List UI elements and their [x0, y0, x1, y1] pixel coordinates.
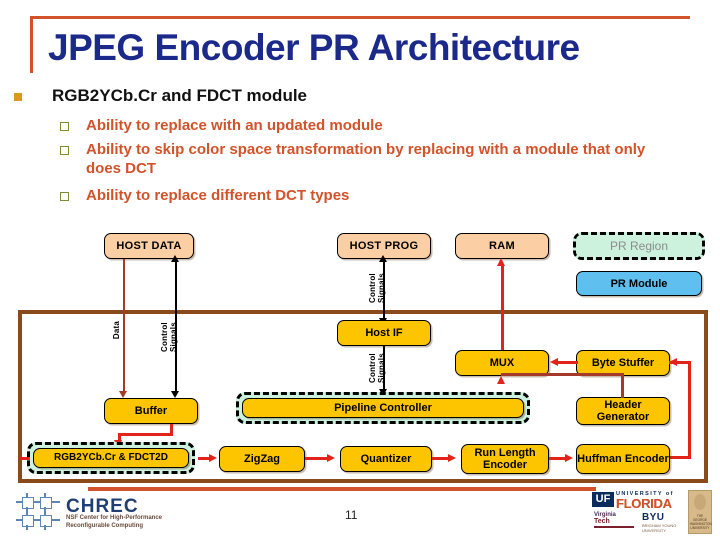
signal-wire-arrowhead [497, 376, 505, 384]
header-generator-module[interactable]: Header Generator [576, 397, 670, 425]
sub-bullet-square-icon [60, 192, 69, 201]
byu-logo: BYU BRIGHAM YOUNG UNIVERSITY [642, 512, 684, 533]
uf-state-label: FLORIDA [616, 496, 672, 511]
ram-node[interactable]: RAM [455, 233, 549, 259]
vt-tech-label: Tech [594, 518, 610, 525]
data-wire [621, 373, 624, 398]
signal-wire [305, 457, 327, 460]
host-if-module[interactable]: Host IF [337, 320, 431, 346]
chrec-logo: CHREC NSF Center for High-Performance Re… [14, 493, 194, 534]
pipeline-controller-pr-region: Pipeline Controller [236, 392, 530, 424]
signal-wire-arrowhead [497, 258, 505, 266]
quantizer-module[interactable]: Quantizer [340, 446, 432, 472]
chrec-tagline: NSF Center for High-Performance Reconfig… [66, 515, 163, 529]
control-wire-label: Control Signals [368, 353, 386, 383]
architecture-diagram: HOST DATA HOST PROG RAM PR Region PR Mod… [0, 225, 720, 490]
run-length-encoder-module[interactable]: Run Length Encoder [461, 444, 549, 474]
host-data-node[interactable]: HOST DATA [104, 233, 194, 259]
huffman-encoder-module[interactable]: Huffman Encoder [576, 444, 670, 474]
signal-wire-arrowhead [327, 454, 335, 462]
bullet-square-icon [14, 93, 22, 101]
virginia-tech-logo: Virginia Tech [594, 512, 636, 528]
signal-wire-arrowhead [550, 358, 558, 366]
signal-wire [20, 457, 30, 460]
control-wire-label: Control Signals [160, 322, 178, 352]
signal-wire [669, 456, 691, 459]
chrec-grid-icon [16, 493, 64, 530]
data-wire-label: Data [112, 321, 121, 340]
legend-pr-module: PR Module [576, 271, 702, 296]
legend-pr-region-label: PR Region [576, 235, 702, 257]
byu-name-label: BYU [642, 512, 665, 523]
control-wire-label: Control Signals [368, 273, 386, 303]
signal-wire-arrowhead [209, 454, 217, 462]
uf-wordmark: UNIVERSITY of FLORIDA [616, 491, 682, 511]
host-boundary-line [18, 310, 708, 314]
gwu-portrait-icon [694, 494, 706, 510]
signal-wire [118, 433, 173, 436]
signal-wire [688, 361, 691, 459]
title-top-rule [30, 16, 690, 19]
buffer-module[interactable]: Buffer [104, 398, 198, 424]
rgb2ycbcr-fdct2d-module[interactable]: RGB2YCb.Cr & FDCT2D [33, 448, 189, 468]
bullet-level2-label: Ability to replace with an updated modul… [86, 117, 383, 134]
signal-wire-arrowhead [448, 454, 456, 462]
data-wire [123, 259, 125, 393]
control-wire-arrowhead [379, 255, 387, 262]
bullet-level1-label: RGB2YCb.Cr and FDCT module [52, 86, 308, 105]
legend-pr-region: PR Region [573, 232, 705, 260]
gwu-logo: THE GEORGE WASHINGTON UNIVERSITY [688, 490, 712, 534]
page-number: 11 [345, 508, 358, 522]
control-wire-arrowhead [171, 391, 179, 398]
signal-wire-arrowhead [669, 358, 677, 366]
data-wire-arrowhead [119, 391, 127, 398]
rgb2ycbcr-fdct-pr-region: RGB2YCb.Cr & FDCT2D [27, 442, 195, 474]
signal-wire-arrowhead [565, 454, 573, 462]
pipeline-controller-module[interactable]: Pipeline Controller [242, 398, 524, 418]
control-wire-arrowhead [171, 255, 179, 262]
uf-abbr: UF [592, 492, 614, 507]
footer-rule [88, 487, 596, 491]
vt-rule [594, 526, 634, 528]
slide-root: JPEG Encoder PR Architecture RGB2YCb.Cr … [0, 0, 720, 540]
signal-wire [558, 361, 578, 364]
sub-bullet-square-icon [60, 122, 69, 131]
bullet-level1: RGB2YCb.Cr and FDCT module [14, 86, 704, 108]
title-left-rule [30, 16, 33, 73]
partner-logos: UF UNIVERSITY of FLORIDA Virginia Tech B… [592, 490, 712, 536]
zigzag-module[interactable]: ZigZag [219, 446, 305, 472]
byu-sub-label: BRIGHAM YOUNG UNIVERSITY [642, 523, 677, 533]
gwu-sub-label: THE GEORGE WASHINGTON UNIVERSITY [690, 514, 712, 530]
bullet-level2-label: Ability to replace different DCT types [86, 187, 350, 204]
data-wire [501, 373, 624, 376]
page-title: JPEG Encoder PR Architecture [48, 27, 580, 68]
bullet-level2-label: Ability to skip color space transformati… [86, 141, 646, 177]
sub-bullet-square-icon [60, 146, 69, 155]
